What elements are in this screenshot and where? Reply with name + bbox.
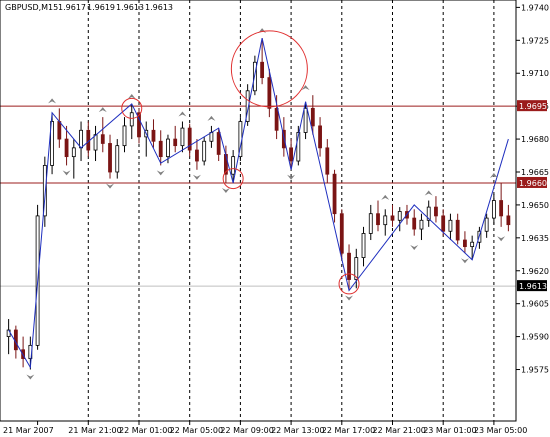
candle-body xyxy=(267,77,272,109)
price-tick-label: 1.9605 xyxy=(521,300,549,309)
time-tick-label: 22 Mar 13:00 xyxy=(271,426,324,435)
candle-body xyxy=(347,252,351,280)
candle-body xyxy=(108,143,112,173)
candle-body xyxy=(79,129,83,149)
time-tick-label: 21 Mar 21:00 xyxy=(68,426,121,435)
price-tick-label: 1.9650 xyxy=(521,201,549,210)
price-tick-label: 1.9620 xyxy=(521,267,549,276)
price-tick-label: 1.9710 xyxy=(521,69,549,78)
candle-body xyxy=(383,215,388,226)
open-price: 1.9617 xyxy=(58,3,86,12)
candle-body xyxy=(173,138,178,147)
candle-body xyxy=(64,138,69,158)
high-price: 1.9619 xyxy=(87,3,115,12)
low-price: 1.9613 xyxy=(116,3,144,12)
candle-body xyxy=(209,132,214,142)
chart-window[interactable]: 1.9740 1.9725 1.9710 1.9695 1.9680 1.9665 1.96… xyxy=(0,0,550,437)
candle-body xyxy=(195,149,199,162)
time-tick-label: 22 Mar 09:00 xyxy=(220,426,273,435)
candle-body xyxy=(202,140,207,162)
candle-body xyxy=(100,134,105,144)
level-label-text: 1.9695 xyxy=(519,102,547,111)
symbol-label: GBPUSD,M15 xyxy=(5,3,58,12)
price-tick-label: 1.9725 xyxy=(521,36,549,45)
candle-body xyxy=(470,241,475,248)
chart-background xyxy=(0,0,550,437)
price-tick-label: 1.9665 xyxy=(521,168,549,177)
candle-body xyxy=(419,219,424,230)
candle-body xyxy=(57,121,62,140)
candle-body xyxy=(397,211,402,221)
candle-body xyxy=(463,239,467,248)
time-tick-label: 22 Mar 05:00 xyxy=(170,426,223,435)
candle-body xyxy=(166,138,170,158)
level-label-text: 1.9613 xyxy=(519,282,547,291)
candle-body xyxy=(93,134,98,151)
chart-header: GBPUSD,M15 1.9617 1.9619 1.9613 1.9613 xyxy=(5,3,173,12)
price-chart[interactable]: 1.9740 1.9725 1.9710 1.9695 1.9680 1.9665 1.96… xyxy=(0,0,550,437)
candle-body xyxy=(310,107,315,127)
candle-body xyxy=(361,233,366,258)
time-tick-label: 23 Mar 05:00 xyxy=(474,426,527,435)
candle-body xyxy=(115,145,120,173)
candle-body xyxy=(122,125,127,147)
price-tick-label: 1.9575 xyxy=(521,366,549,375)
price-tick-label: 1.9635 xyxy=(521,234,549,243)
candle-body xyxy=(303,107,308,133)
close-price: 1.9613 xyxy=(145,3,173,12)
price-tick-label: 1.9680 xyxy=(521,135,549,144)
time-tick-label: 22 Mar 17:00 xyxy=(322,426,375,435)
candle-body xyxy=(441,215,446,232)
candle-body xyxy=(151,129,156,142)
candle-body xyxy=(412,217,417,230)
candle-body xyxy=(216,132,221,155)
candle-body xyxy=(71,147,76,158)
candle-body xyxy=(274,107,279,131)
time-tick-label: 22 Mar 21:00 xyxy=(372,426,425,435)
time-tick-label: 23 Mar 01:00 xyxy=(423,426,476,435)
candle-body xyxy=(339,213,344,254)
candle-body xyxy=(289,147,293,162)
price-tick-label: 1.9590 xyxy=(521,333,549,342)
candle-body xyxy=(506,215,511,226)
candle-body xyxy=(448,219,453,232)
candle-body xyxy=(455,219,460,241)
level-label-text: 1.9660 xyxy=(519,179,547,188)
candle-body xyxy=(376,213,380,226)
price-tick-label: 1.9740 xyxy=(521,3,549,12)
candle-body xyxy=(158,140,163,158)
candle-body xyxy=(484,217,489,232)
candle-body xyxy=(390,215,395,221)
time-tick-label: 21 Mar 2007 xyxy=(3,426,54,435)
candle-body xyxy=(318,125,322,149)
candle-body xyxy=(434,206,438,217)
candle-body xyxy=(332,173,337,215)
candle-body xyxy=(180,127,185,147)
candle-body xyxy=(491,200,496,219)
candle-body xyxy=(129,112,134,127)
candle-body xyxy=(325,147,330,175)
candle-body xyxy=(260,61,265,79)
time-tick-label: 22 Mar 01:00 xyxy=(119,426,172,435)
candle-body xyxy=(231,156,236,175)
candle-body xyxy=(368,213,373,234)
candle-body xyxy=(499,200,504,217)
